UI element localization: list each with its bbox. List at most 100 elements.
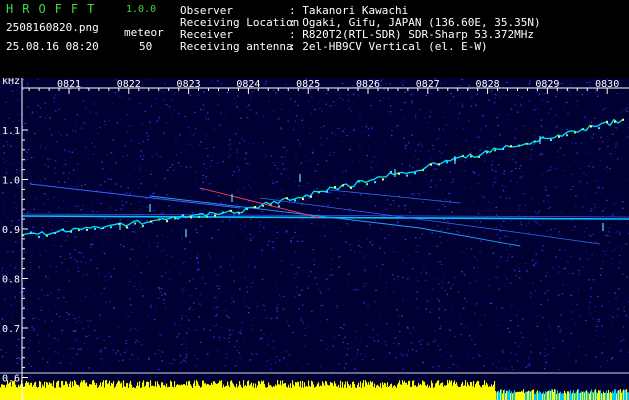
- noise-speck: [2, 145, 5, 147]
- noise-speck: [196, 269, 199, 271]
- noise-speck: [590, 210, 592, 212]
- noise-speck: [179, 134, 181, 136]
- noise-speck: [531, 198, 533, 201]
- noise-speck: [194, 137, 196, 139]
- noise-speck: [374, 220, 376, 222]
- noise-speck: [458, 112, 461, 114]
- noise-speck: [140, 167, 142, 169]
- signal-point: [574, 131, 576, 134]
- activity-bar: [485, 385, 487, 400]
- activity-bar: [467, 382, 469, 400]
- noise-speck: [436, 261, 439, 263]
- noise-speck: [407, 278, 409, 280]
- activity-bar: [509, 389, 511, 400]
- noise-speck: [451, 310, 453, 312]
- noise-speck: [599, 274, 602, 276]
- activity-bar: [461, 383, 463, 400]
- activity-bar: [36, 386, 38, 400]
- noise-speck: [154, 210, 156, 212]
- noise-speck: [217, 162, 219, 164]
- signal-point: [166, 220, 168, 223]
- noise-speck: [209, 256, 212, 258]
- noise-speck: [439, 236, 441, 238]
- noise-speck: [598, 320, 600, 322]
- activity-bar: [586, 390, 588, 400]
- noise-speck: [310, 223, 313, 225]
- noise-speck: [546, 195, 548, 197]
- noise-speck: [544, 334, 546, 336]
- noise-speck: [476, 93, 478, 95]
- activity-bar: [210, 385, 212, 400]
- activity-bar: [267, 387, 269, 400]
- noise-speck: [226, 280, 229, 282]
- activity-bar: [414, 385, 416, 400]
- noise-speck: [394, 357, 397, 359]
- noise-speck: [3, 161, 5, 163]
- noise-speck: [129, 125, 131, 127]
- noise-speck: [429, 300, 432, 302]
- noise-speck: [298, 185, 301, 187]
- noise-speck: [575, 195, 577, 197]
- noise-speck: [254, 198, 256, 200]
- noise-speck: [506, 327, 509, 329]
- noise-speck: [297, 164, 300, 167]
- noise-speck: [129, 329, 132, 331]
- activity-bar: [279, 384, 281, 400]
- noise-speck: [538, 93, 541, 95]
- noise-speck: [608, 292, 611, 294]
- noise-speck: [411, 102, 413, 104]
- noise-speck: [470, 186, 472, 188]
- noise-speck: [494, 181, 496, 184]
- noise-speck: [86, 273, 88, 275]
- noise-speck: [569, 95, 571, 97]
- noise-speck: [508, 197, 511, 199]
- noise-speck: [119, 219, 121, 221]
- signal-point: [590, 125, 592, 128]
- activity-bar: [402, 380, 404, 400]
- noise-speck: [75, 122, 77, 124]
- noise-speck: [609, 315, 611, 317]
- noise-speck: [168, 106, 171, 108]
- noise-speck: [169, 362, 171, 364]
- noise-speck: [121, 244, 123, 246]
- noise-speck: [287, 120, 289, 122]
- noise-speck: [500, 225, 502, 227]
- activity-bar: [410, 386, 412, 400]
- noise-speck: [485, 125, 487, 127]
- noise-speck: [253, 267, 256, 269]
- activity-bar: [198, 384, 200, 400]
- noise-speck: [47, 144, 49, 146]
- noise-speck: [124, 145, 127, 147]
- activity-bar: [524, 393, 526, 400]
- noise-speck: [196, 258, 198, 260]
- noise-speck: [391, 134, 393, 136]
- noise-speck: [195, 287, 197, 289]
- activity-bar: [409, 380, 411, 400]
- signal-point: [494, 149, 496, 152]
- noise-speck: [462, 271, 465, 273]
- activity-bar: [155, 381, 157, 400]
- noise-speck: [243, 187, 245, 190]
- noise-speck: [280, 296, 282, 298]
- noise-speck: [584, 231, 586, 233]
- noise-speck: [156, 242, 159, 245]
- noise-speck: [225, 201, 227, 203]
- activity-bar: [270, 385, 272, 400]
- noise-speck: [23, 236, 26, 238]
- activity-bar: [34, 382, 36, 400]
- activity-bar: [277, 380, 279, 400]
- noise-speck: [302, 126, 304, 128]
- noise-speck: [301, 269, 304, 272]
- noise-speck: [556, 186, 558, 188]
- activity-bar: [349, 385, 351, 400]
- activity-bar: [559, 392, 561, 400]
- activity-bar: [47, 382, 49, 400]
- noise-speck: [366, 324, 368, 326]
- activity-bar: [406, 382, 408, 400]
- noise-speck: [41, 226, 44, 229]
- noise-speck: [26, 151, 28, 153]
- noise-speck: [622, 273, 624, 275]
- noise-speck: [518, 214, 521, 216]
- noise-speck: [114, 225, 117, 227]
- noise-speck: [134, 341, 137, 344]
